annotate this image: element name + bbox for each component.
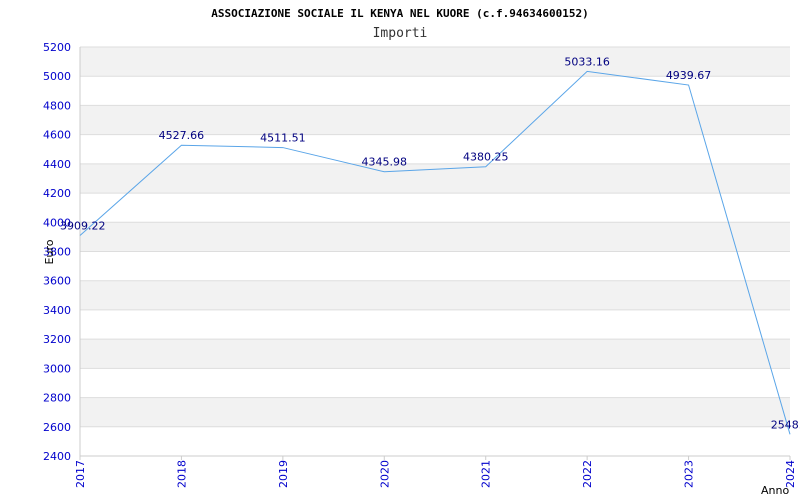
- grid-band: [80, 193, 790, 223]
- x-tick-label: 2017: [74, 460, 87, 488]
- grid-band: [80, 309, 790, 340]
- y-tick-label: 2800: [43, 392, 71, 405]
- chart-subtitle: Importi: [373, 26, 428, 41]
- grid-band: [80, 163, 790, 194]
- data-label: 5033.16: [564, 55, 610, 68]
- grid-band: [80, 339, 790, 369]
- chart-title: ASSOCIAZIONE SOCIALE IL KENYA NEL KUORE …: [211, 7, 589, 20]
- y-tick-label: 3200: [43, 333, 71, 346]
- y-tick-label: 3600: [43, 275, 71, 288]
- x-tick-label: 2019: [277, 460, 290, 488]
- grid-band: [80, 222, 790, 252]
- x-tick-label: 2018: [175, 460, 188, 488]
- x-tick-labels: 2017 2018 2019 2020 2021 2022 2023 2024: [74, 456, 797, 488]
- grid-band: [80, 368, 790, 398]
- grid-band: [80, 397, 790, 427]
- data-label: 4527.66: [159, 129, 205, 142]
- grid-band: [80, 280, 790, 310]
- data-label: 4511.51: [260, 132, 306, 145]
- x-tick-label: 2021: [480, 460, 493, 488]
- y-tick-label: 2400: [43, 450, 71, 463]
- data-label: 3909.22: [60, 220, 106, 233]
- y-tick-label: 4600: [43, 129, 71, 142]
- y-tick-label: 3400: [43, 304, 71, 317]
- y-tick-label: 5200: [43, 41, 71, 54]
- y-tick-label: 4200: [43, 187, 71, 200]
- x-tick-label: 2023: [683, 460, 696, 488]
- data-label: 2548.5: [771, 418, 800, 431]
- y-tick-label: 2600: [43, 421, 71, 434]
- x-axis-label: Anno: [761, 484, 789, 497]
- y-tick-label: 4800: [43, 99, 71, 112]
- y-tick-label: 5000: [43, 70, 71, 83]
- x-tick-label: 2020: [378, 460, 391, 488]
- grid-band: [80, 426, 790, 456]
- data-label: 4939.67: [666, 69, 712, 82]
- grid-band: [80, 251, 790, 281]
- line-chart: 2400260028003000320034003600380040004200…: [43, 7, 800, 497]
- x-tick-label: 2022: [581, 460, 594, 488]
- data-label: 4345.98: [362, 156, 408, 169]
- y-axis-label: Euro: [43, 239, 56, 264]
- y-tick-label: 3000: [43, 362, 71, 375]
- data-label: 4380.25: [463, 151, 509, 164]
- y-tick-label: 4400: [43, 158, 71, 171]
